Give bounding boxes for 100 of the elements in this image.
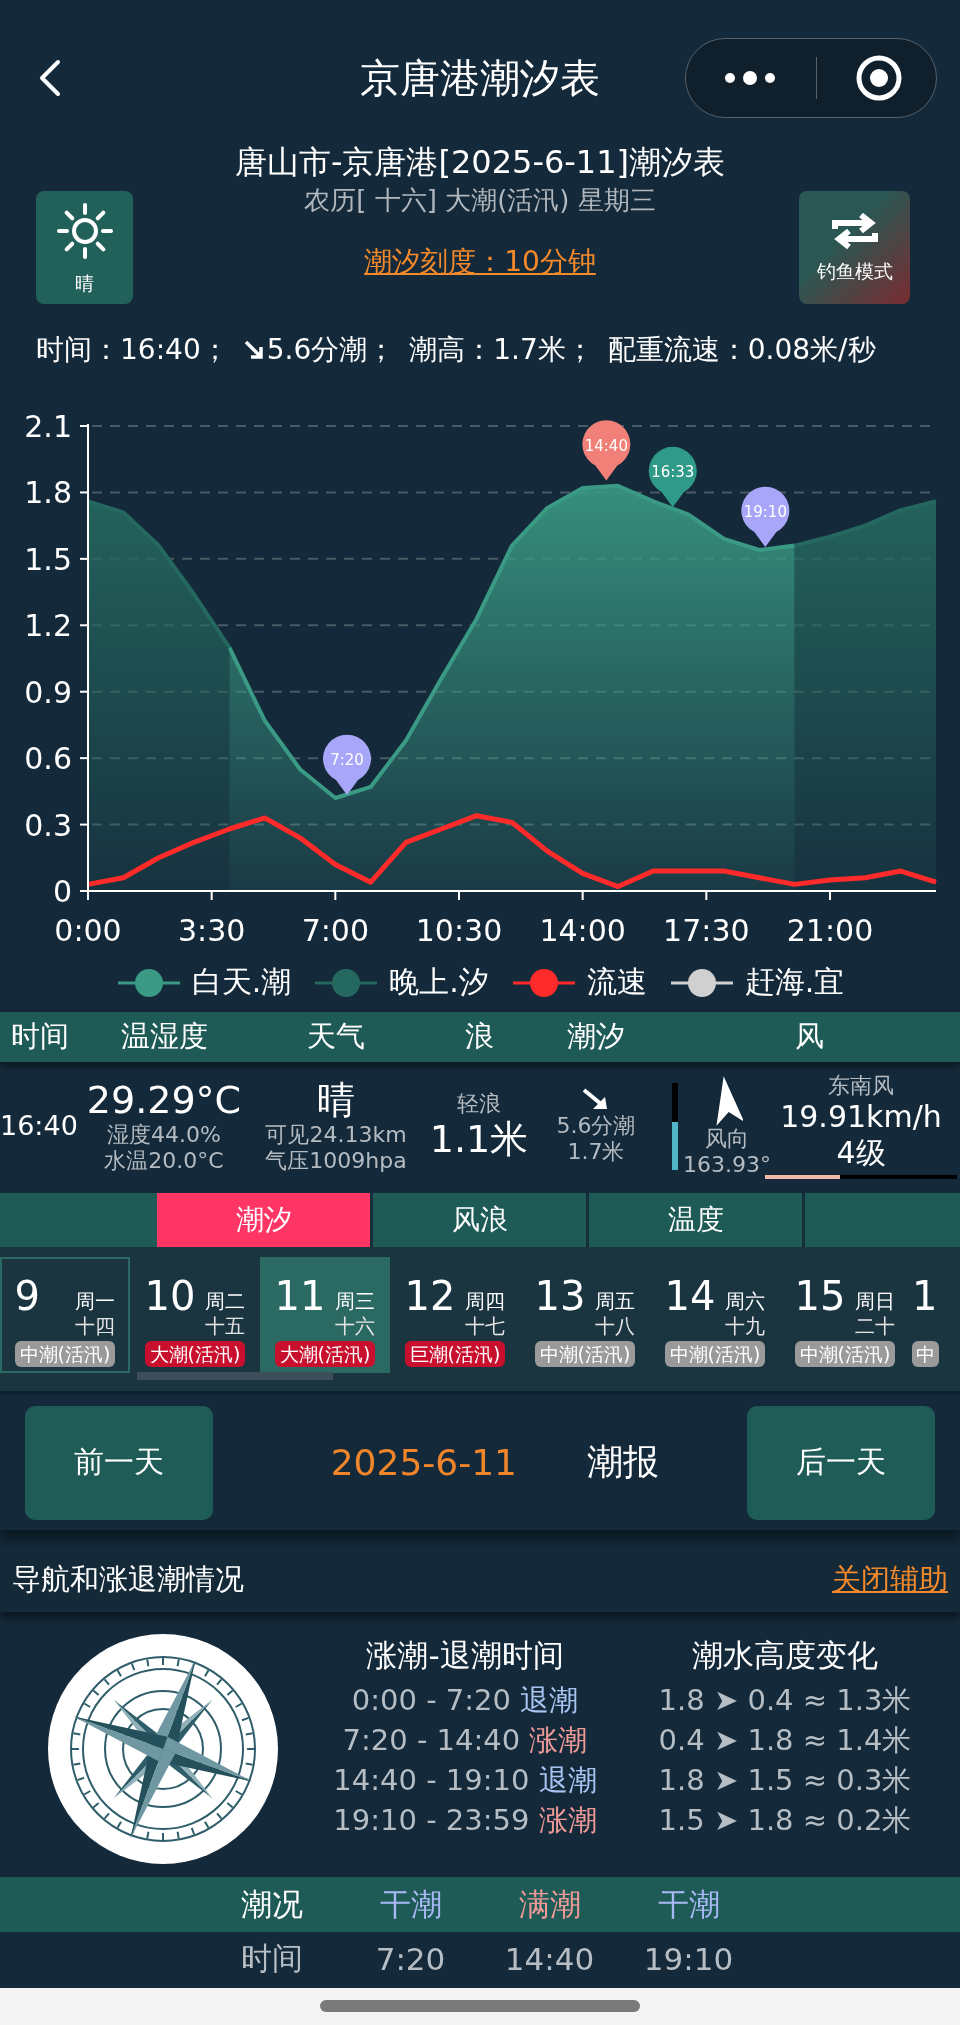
location-title: 唐山市-京唐港[2025-6-11]潮汐表 (233, 142, 727, 182)
annotation: 19:10 (743, 503, 787, 521)
day-number: 15 (794, 1273, 847, 1319)
axis-label: 0.9 (24, 674, 72, 710)
legend-label[interactable]: 流速 (586, 962, 647, 1003)
annotation: 7:20 (330, 751, 364, 769)
wind-speed: 19.91km/h (780, 1099, 942, 1135)
next-day-button[interactable]: 后一天 (747, 1405, 935, 1520)
axis-label: 14:00 (539, 913, 626, 948)
column-header: 风 (793, 1018, 825, 1055)
column-header: 温湿度 (119, 1018, 209, 1055)
height-change: 1.5 ➤ 1.8 ≈ 0.2米 (657, 1802, 913, 1839)
tide-badge: 巨潮(活汛) (404, 1341, 506, 1367)
tide-state: 涨潮 (529, 1723, 588, 1757)
column-header: 干潮 (378, 1884, 443, 1924)
pressure-value: 气压1009hpa (265, 1148, 407, 1174)
legend-label[interactable]: 白天.潮 (191, 962, 292, 1003)
weather-button[interactable]: 晴 (36, 191, 133, 304)
status-text: 5.6分潮； (266, 332, 396, 368)
day-item[interactable]: 1 中 (910, 1257, 950, 1373)
lunar-date: 农历[ 十六] 大潮(活汛) 星期三 (303, 184, 657, 217)
scale-link[interactable]: 潮汐刻度：10分钟 (364, 242, 596, 282)
back-icon[interactable] (38, 58, 62, 98)
table-cell-text: 7:20 (374, 1940, 447, 1977)
wind-direction: 东南风 (828, 1073, 894, 1099)
axis-label: 3:30 (178, 913, 246, 948)
legend-marker-icon[interactable] (115, 967, 182, 998)
legend-label[interactable]: 赶海.宜 (744, 962, 845, 1003)
lunar-day: 十九 (725, 1315, 766, 1337)
status-text: 配重流速：0.08米/秒 (607, 332, 876, 368)
weekday-label: 周六 (725, 1289, 766, 1313)
column-header: 时间 (10, 1018, 70, 1055)
time-value: 16:40 (0, 1113, 78, 1139)
column-header: 潮汐 (566, 1018, 626, 1055)
legend-marker-icon[interactable] (510, 967, 577, 998)
height-change: 0.4 ➤ 1.8 ≈ 1.4米 (657, 1722, 913, 1759)
column-header: 潮水高度变化 (691, 1636, 879, 1675)
page-title: 京唐港潮汐表 (360, 53, 600, 103)
visibility-value: 可见24.13km (265, 1122, 407, 1148)
day-number: 11 (274, 1273, 327, 1319)
target-icon[interactable] (855, 54, 903, 102)
temperature-value: 29.29°C (86, 1078, 242, 1122)
fishing-mode-button[interactable]: 钓鱼模式 (799, 191, 910, 304)
axis-label: 2.1 (24, 409, 72, 444)
tide-badge: 大潮(活汛) (144, 1341, 246, 1367)
legend-label[interactable]: 晚上.汐 (389, 962, 489, 1003)
table-cell-text: 19:10 (642, 1940, 735, 1977)
annotation: 14:40 (584, 436, 628, 455)
time-range: 0:00 - 7:20 (351, 1683, 511, 1717)
weather-value: 晴 (317, 1078, 355, 1122)
height-change: 1.8 ➤ 1.5 ≈ 0.3米 (657, 1762, 913, 1799)
legend-marker-icon[interactable] (313, 967, 380, 998)
wind-grade: 4级 (836, 1135, 886, 1171)
tide-state: 退潮 (520, 1683, 579, 1717)
time-range: 7:20 - 14:40 (342, 1723, 521, 1757)
axis-label: 0.3 (24, 807, 72, 843)
previous-day-button[interactable]: 前一天 (25, 1405, 213, 1520)
tide-badge: 中潮(活汛) (664, 1341, 766, 1367)
column-header: 满潮 (517, 1884, 582, 1924)
axis-label: 1.2 (24, 608, 72, 644)
down-right-arrow-icon (242, 339, 265, 361)
tide-badge: 大潮(活汛) (274, 1341, 376, 1367)
axis-label: 0:00 (54, 913, 122, 948)
water-temperature: 水温20.0°C (104, 1148, 224, 1174)
annotation: 16:33 (651, 463, 695, 482)
tide-state: 退潮 (538, 1763, 597, 1797)
tab[interactable]: 潮汐 (157, 1193, 373, 1247)
axis-label: 0.6 (24, 741, 72, 777)
table-cell-text: 时间 (239, 1938, 304, 1978)
column-header: 潮况 (239, 1884, 304, 1924)
legend-marker-icon[interactable] (668, 967, 735, 998)
lunar-day: 十七 (465, 1315, 506, 1337)
tide-report-label: 潮报 (587, 1440, 660, 1484)
tide-badge: 中 (912, 1341, 939, 1367)
weekday-label: 周一 (75, 1289, 116, 1313)
weekday-label: 周二 (205, 1289, 246, 1313)
axis-label: 7:00 (301, 913, 369, 948)
weekday-label: 周日 (855, 1289, 896, 1313)
weekday-label: 周三 (335, 1289, 376, 1313)
day-number: 14 (664, 1273, 717, 1319)
tide-state: 5.6分潮 (556, 1113, 636, 1139)
day-number: 10 (144, 1273, 197, 1319)
tide-state: 涨潮 (538, 1803, 597, 1837)
status-text: 时间：16:40； (36, 332, 229, 368)
height-change: 1.8 ➤ 0.4 ≈ 1.3米 (657, 1682, 913, 1719)
time-pin: 19:10 (741, 486, 790, 547)
table-cell-text: 14:40 (503, 1940, 596, 1977)
day-number: 9 (14, 1273, 42, 1319)
time-pin: 7:20 (323, 734, 371, 795)
close-assist-link[interactable]: 关闭辅助 (832, 1560, 948, 1600)
day-number: 1 (912, 1273, 939, 1319)
day-item[interactable]: 9 周一 十四 中潮(活汛) (0, 1257, 130, 1373)
wave-height: 1.1米 (429, 1117, 529, 1161)
wind-degrees: 163.93° (683, 1152, 771, 1178)
tide-badge: 中潮(活汛) (794, 1341, 896, 1367)
lunar-day: 十八 (595, 1315, 636, 1337)
more-icon[interactable] (722, 70, 778, 86)
wind-label: 风向 (705, 1126, 749, 1152)
lunar-day: 十五 (205, 1315, 246, 1337)
axis-label: 21:00 (786, 913, 874, 948)
